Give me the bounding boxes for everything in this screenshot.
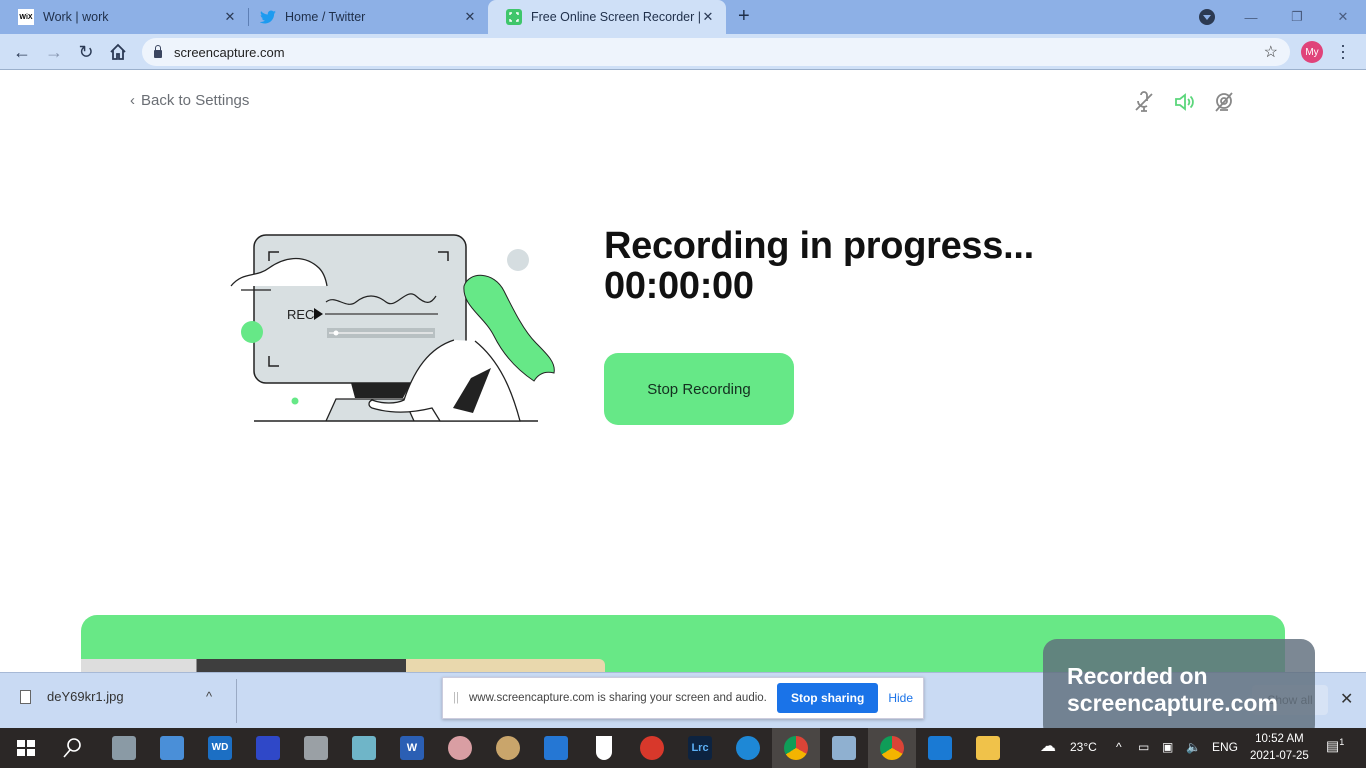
browser-toolbar: ← → ↻ screencapture.com ☆ My · · · bbox=[0, 34, 1366, 70]
back-arrow-icon[interactable]: ← bbox=[10, 40, 34, 64]
rec-label: REC bbox=[287, 307, 314, 322]
minimize-icon[interactable]: — bbox=[1228, 10, 1274, 25]
close-download-bar-icon[interactable]: ✕ bbox=[1340, 689, 1353, 709]
scanner-icon[interactable] bbox=[256, 736, 280, 760]
chevron-up-icon[interactable]: ^ bbox=[206, 689, 212, 704]
camera-off-icon[interactable] bbox=[1212, 90, 1236, 114]
blocked-app-icon[interactable] bbox=[640, 736, 664, 760]
chevron-left-icon: ‹ bbox=[130, 92, 135, 109]
calculator-icon[interactable] bbox=[112, 736, 136, 760]
tab-title: Free Online Screen Recorder | Fre bbox=[531, 10, 700, 24]
back-to-settings-link[interactable]: ‹ Back to Settings bbox=[130, 92, 249, 109]
battery-icon[interactable]: ▭ bbox=[1138, 740, 1149, 754]
close-window-icon[interactable]: ✕ bbox=[1320, 9, 1366, 25]
clock-time: 10:52 AM bbox=[1255, 733, 1304, 745]
media-player-icon[interactable] bbox=[928, 736, 952, 760]
home-icon[interactable] bbox=[106, 40, 130, 64]
stop-sharing-button[interactable]: Stop sharing bbox=[776, 683, 879, 713]
mic-muted-icon[interactable] bbox=[1132, 90, 1156, 114]
speaker-icon[interactable] bbox=[1172, 90, 1196, 114]
clock[interactable]: 10:52 AM 2021-07-25 bbox=[1250, 731, 1309, 765]
chrome-icon[interactable] bbox=[784, 736, 808, 760]
recording-timer: 00:00:00 bbox=[604, 265, 754, 307]
notification-count: 1 bbox=[1339, 737, 1345, 747]
recording-heading: Recording in progress... 00:00:00 bbox=[604, 226, 1034, 306]
malwarebytes-icon[interactable] bbox=[544, 736, 568, 760]
close-tab-icon[interactable]: ✕ bbox=[700, 9, 716, 25]
fax-icon[interactable] bbox=[304, 736, 328, 760]
recording-watermark: Recorded on screencapture.com bbox=[1043, 639, 1315, 739]
url-text[interactable]: screencapture.com bbox=[174, 45, 285, 60]
recording-controls bbox=[1132, 90, 1236, 114]
pc-icon[interactable] bbox=[160, 736, 184, 760]
file-icon bbox=[20, 689, 31, 704]
back-link-label: Back to Settings bbox=[141, 92, 250, 109]
word-icon[interactable]: W bbox=[400, 736, 424, 760]
window-controls: — ❐ ✕ bbox=[1228, 0, 1366, 34]
green-dot bbox=[241, 321, 263, 343]
watermark-line1: Recorded on bbox=[1067, 663, 1208, 689]
profile-avatar[interactable]: My bbox=[1301, 41, 1323, 63]
windows-start-icon[interactable] bbox=[14, 736, 38, 760]
restore-icon[interactable]: ❐ bbox=[1274, 9, 1320, 25]
download-file-name: deY69kr1.jpg bbox=[47, 689, 124, 704]
screen-share-notice: || www.screencapture.com is sharing your… bbox=[442, 677, 924, 719]
clock-date: 2021-07-25 bbox=[1250, 750, 1309, 762]
share-message: www.screencapture.com is sharing your sc… bbox=[468, 692, 767, 704]
tab-twitter[interactable]: Home / Twitter ✕ bbox=[242, 0, 488, 34]
tab-work[interactable]: WiX Work | work ✕ bbox=[0, 0, 248, 34]
weather-cloud-icon[interactable]: ☁ bbox=[1040, 736, 1056, 756]
stop-recording-button[interactable]: Stop Recording bbox=[604, 353, 794, 425]
screencapture-icon bbox=[506, 9, 522, 25]
network-app-icon[interactable] bbox=[832, 736, 856, 760]
cloud-shape bbox=[230, 257, 328, 287]
tab-title: Home / Twitter bbox=[285, 10, 366, 24]
show-hidden-icons[interactable]: ^ bbox=[1116, 740, 1122, 754]
network-icon[interactable]: ▣ bbox=[1162, 740, 1173, 754]
file-explorer-icon[interactable] bbox=[976, 736, 1000, 760]
tab-title: Work | work bbox=[43, 10, 109, 24]
drag-handle-icon[interactable]: || bbox=[453, 692, 459, 704]
reload-icon[interactable]: ↻ bbox=[74, 40, 98, 64]
snipping-tool-icon[interactable] bbox=[448, 736, 472, 760]
lock-icon bbox=[154, 44, 162, 58]
weather-temperature[interactable]: 23°C bbox=[1070, 740, 1097, 754]
notepad-icon[interactable] bbox=[352, 736, 376, 760]
forward-arrow-icon[interactable]: → bbox=[42, 40, 66, 64]
watermark-line2: screencapture.com bbox=[1067, 690, 1278, 716]
chrome-profile-icon[interactable] bbox=[880, 736, 904, 760]
edge-icon[interactable] bbox=[736, 736, 760, 760]
recording-illustration: REC bbox=[230, 234, 555, 422]
twitter-icon bbox=[260, 9, 276, 25]
paint-icon[interactable] bbox=[496, 736, 520, 760]
grey-dot bbox=[507, 249, 529, 271]
taskbar: WD W Lrc ☁ 23°C ^ ▭ ▣ 🔈 ENG 10:52 AM 202… bbox=[0, 728, 1366, 768]
wd-icon[interactable]: WD bbox=[208, 736, 232, 760]
browser-menu-icon[interactable]: · · · bbox=[1340, 36, 1346, 66]
recording-status-text: Recording in progress... bbox=[604, 225, 1034, 267]
bookmark-star-icon[interactable]: ☆ bbox=[1264, 42, 1278, 62]
download-item[interactable]: deY69kr1.jpg bbox=[20, 689, 124, 704]
notifications-icon[interactable]: ▤1 bbox=[1326, 737, 1344, 755]
language-indicator[interactable]: ENG bbox=[1212, 740, 1238, 754]
address-bar[interactable]: screencapture.com ☆ bbox=[142, 38, 1290, 66]
lightroom-icon[interactable]: Lrc bbox=[688, 736, 712, 760]
search-icon[interactable] bbox=[60, 736, 84, 760]
tab-search-icon[interactable] bbox=[1199, 9, 1215, 25]
volume-icon[interactable]: 🔈 bbox=[1186, 740, 1201, 754]
close-tab-icon[interactable]: ✕ bbox=[222, 9, 238, 25]
hide-button[interactable]: Hide bbox=[888, 691, 913, 705]
tab-strip: WiX Work | work ✕ Home / Twitter ✕ Free … bbox=[0, 0, 1366, 34]
close-tab-icon[interactable]: ✕ bbox=[462, 9, 478, 25]
tab-screen-recorder[interactable]: Free Online Screen Recorder | Fre ✕ bbox=[488, 0, 726, 34]
security-shield-icon[interactable] bbox=[596, 736, 612, 760]
new-tab-button[interactable]: + bbox=[738, 6, 750, 26]
wix-icon: WiX bbox=[18, 9, 34, 25]
divider bbox=[236, 679, 237, 723]
